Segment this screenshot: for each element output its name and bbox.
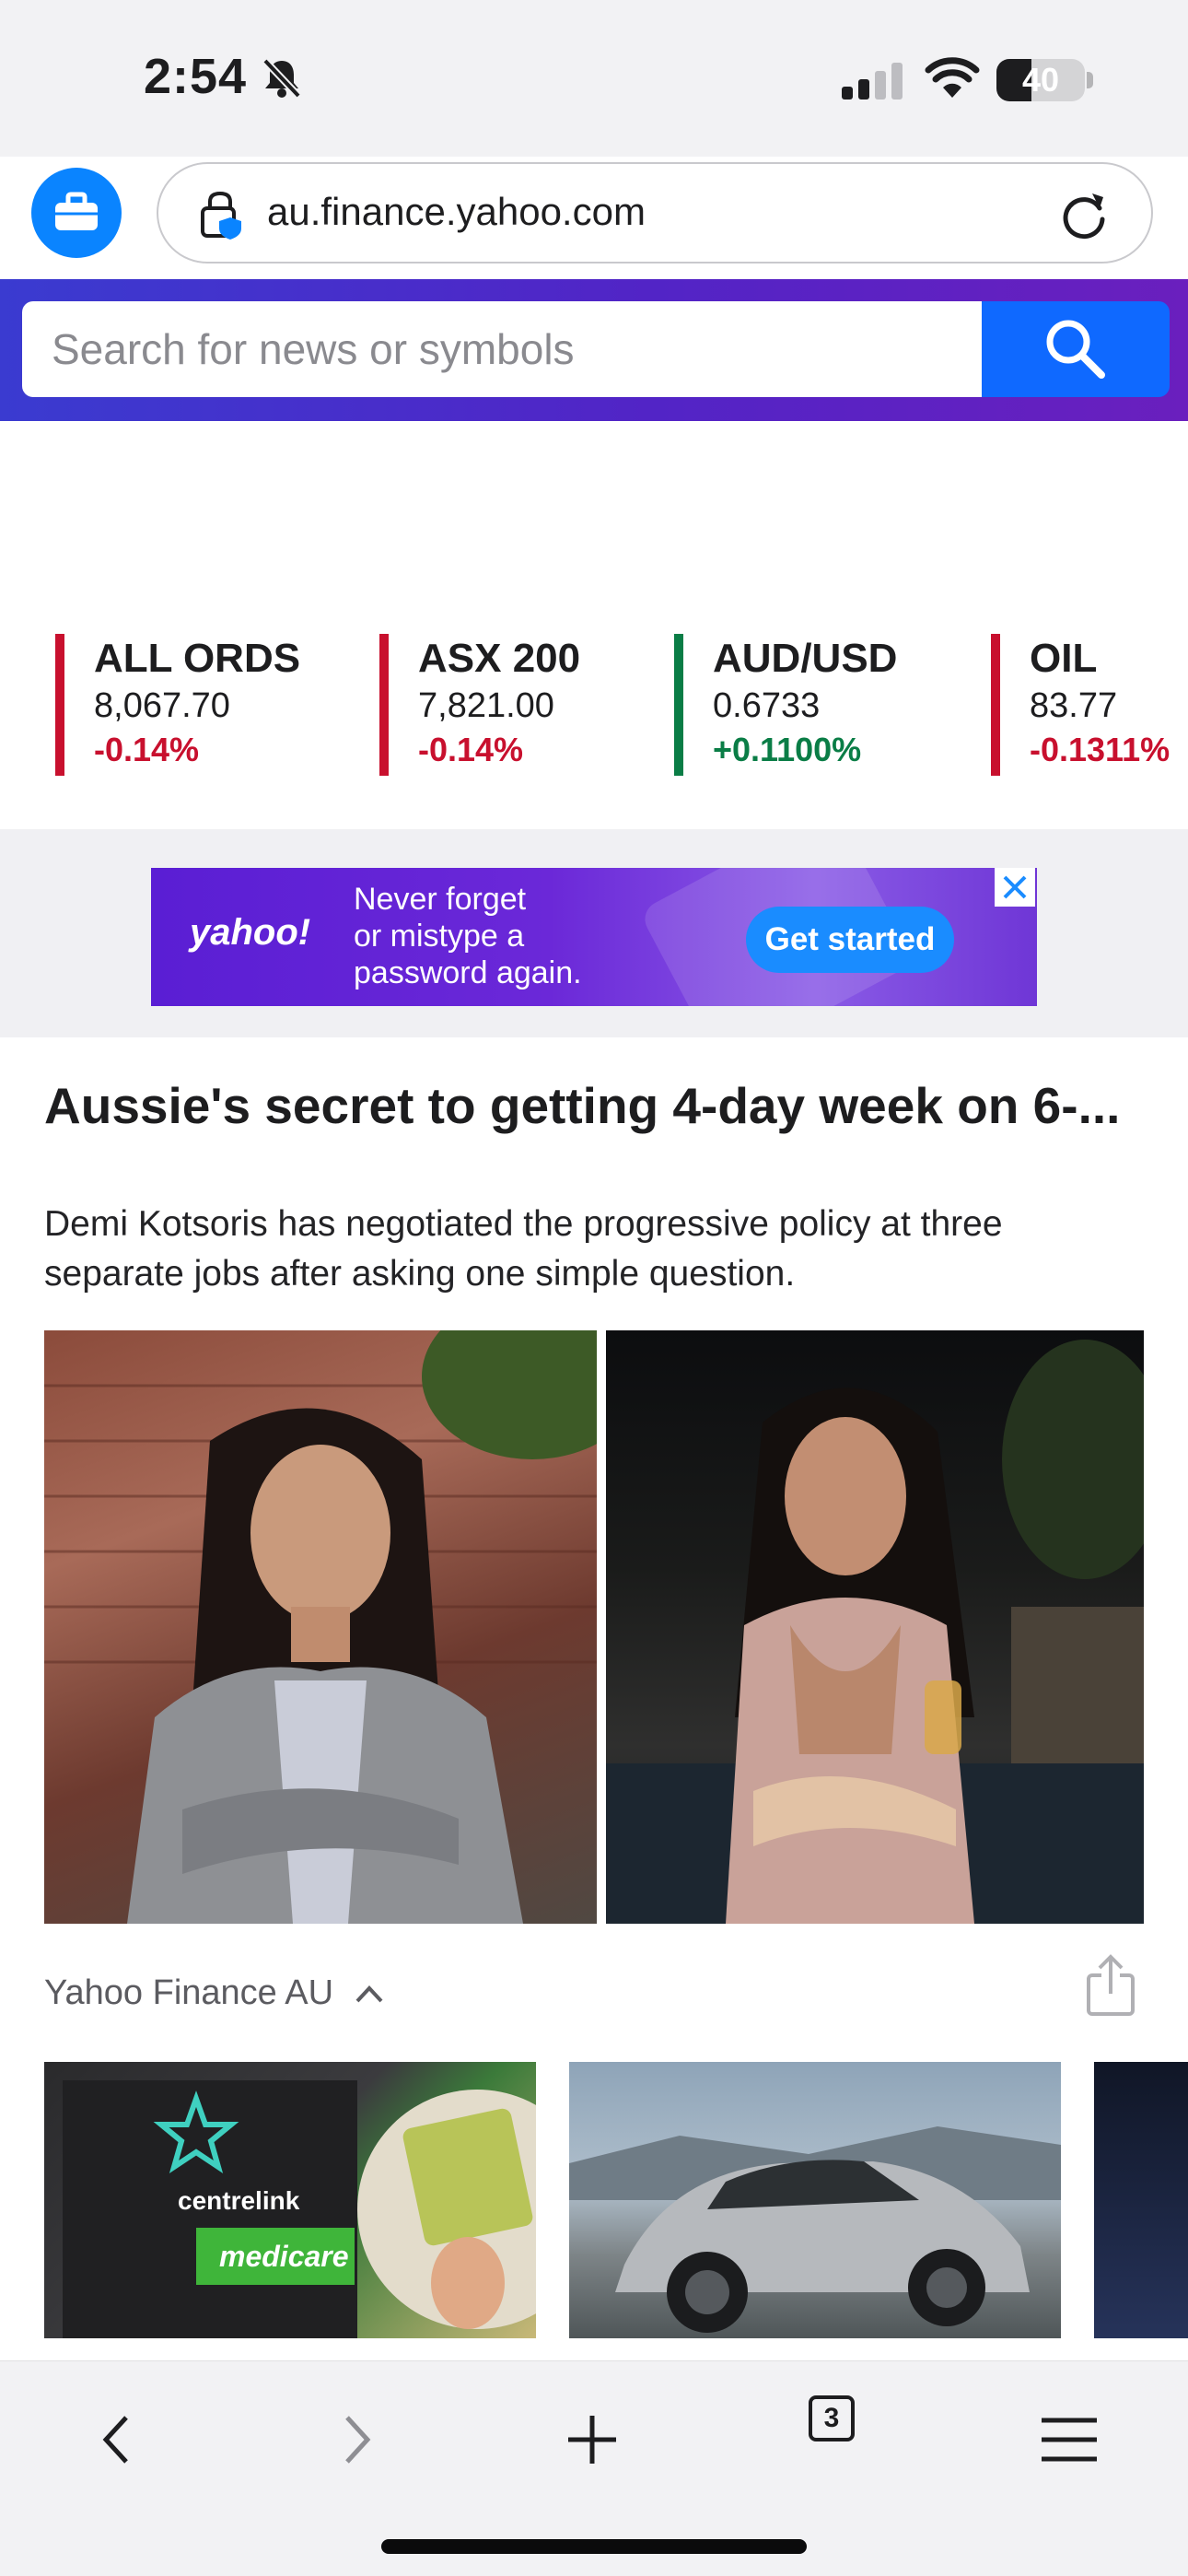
reload-icon[interactable] xyxy=(1057,188,1111,241)
ticker-change: -0.14% xyxy=(418,731,524,768)
ticker-name: ALL ORDS xyxy=(94,636,301,681)
article-source[interactable]: Yahoo Finance AU xyxy=(44,1973,333,2013)
article-title[interactable]: Aussie's secret to getting 4-day week on… xyxy=(44,1076,1149,1135)
ticker-change: -0.14% xyxy=(94,731,200,768)
battery-indicator: 40 xyxy=(996,59,1085,101)
battery-percent: 40 xyxy=(1021,61,1060,99)
ad-close-button[interactable] xyxy=(995,868,1035,907)
close-icon xyxy=(1003,875,1027,899)
ad-cta-button[interactable]: Get started xyxy=(746,907,954,973)
wifi-icon xyxy=(925,57,980,98)
ticker-bar xyxy=(379,634,389,776)
person-photo xyxy=(44,1330,597,1924)
centrelink-medicare-photo: centrelink medicare xyxy=(63,2080,536,2338)
ad-line: or mistype a xyxy=(354,919,525,954)
ad-logo: yahoo! xyxy=(190,912,311,953)
tab-groups-button[interactable] xyxy=(31,168,122,258)
address-bar[interactable]: au.finance.yahoo.com xyxy=(157,162,1153,263)
share-icon[interactable] xyxy=(1083,1953,1138,2018)
bell-slash-icon xyxy=(262,58,301,99)
status-bar: 2:54 40 xyxy=(0,0,1188,157)
ticker-asx-200[interactable]: ASX 200 7,821.00 -0.14% xyxy=(379,634,580,778)
ticker-name: OIL xyxy=(1030,636,1098,681)
menu-button[interactable] xyxy=(1028,2398,1111,2481)
search-icon xyxy=(1046,320,1105,379)
ticker-name: AUD/USD xyxy=(713,636,898,681)
ticker-price: 83.77 xyxy=(1030,686,1118,725)
new-tab-button[interactable] xyxy=(551,2398,634,2481)
forward-button[interactable] xyxy=(315,2398,398,2481)
signal-icon xyxy=(842,63,903,100)
url-text: au.finance.yahoo.com xyxy=(267,190,646,233)
tabs-icon[interactable]: 3 xyxy=(809,2395,855,2441)
battery-nub xyxy=(1087,72,1093,88)
ticker-bar xyxy=(55,634,64,776)
new-tab-icon xyxy=(568,2416,616,2464)
ticker-bar xyxy=(991,634,1000,776)
article-summary: Demi Kotsoris has negotiated the progres… xyxy=(44,1204,1003,1294)
ticker-aud-usd[interactable]: AUD/USD 0.6733 +0.1100% xyxy=(674,634,897,778)
briefcase-icon xyxy=(55,192,98,230)
car-photo xyxy=(569,2126,1061,2333)
chevron-up-icon[interactable] xyxy=(354,1983,385,2005)
ticker-price: 8,067.70 xyxy=(94,686,230,725)
related-story-thumbnail[interactable] xyxy=(1094,2062,1188,2338)
person-photo xyxy=(606,1340,1144,1924)
ad-banner[interactable]: yahoo! Never forget or mistype a passwor… xyxy=(151,868,1037,1006)
back-icon xyxy=(102,2416,128,2464)
related-story-thumbnail[interactable]: centrelink medicare xyxy=(44,2062,536,2338)
ticker-change: +0.1100% xyxy=(713,731,862,768)
ticker-all-ords[interactable]: ALL ORDS 8,067.70 -0.14% xyxy=(55,634,300,778)
market-tickers: ALL ORDS 8,067.70 -0.14% ASX 200 7,821.0… xyxy=(0,626,1188,792)
ticker-name: ASX 200 xyxy=(418,636,581,681)
home-indicator[interactable] xyxy=(381,2539,807,2554)
related-story-thumbnail[interactable] xyxy=(569,2062,1061,2338)
lock-icon xyxy=(201,191,241,240)
article-image-right[interactable] xyxy=(606,1330,1144,1924)
forward-icon xyxy=(345,2416,371,2464)
search-button[interactable] xyxy=(982,301,1170,397)
ticker-bar xyxy=(674,634,683,776)
medicare-text: medicare xyxy=(219,2240,349,2273)
menu-icon xyxy=(1042,2418,1097,2462)
search-input[interactable] xyxy=(22,301,984,397)
ad-line: Never forget xyxy=(354,882,527,917)
status-time: 2:54 xyxy=(144,49,248,104)
back-button[interactable] xyxy=(76,2398,158,2481)
ad-band: yahoo! Never forget or mistype a passwor… xyxy=(0,829,1188,1037)
centrelink-text: centrelink xyxy=(178,2186,300,2215)
ticker-oil[interactable]: OIL 83.77 -0.1311% xyxy=(991,634,1170,778)
site-header xyxy=(0,279,1188,421)
ad-text: Never forget or mistype a password again… xyxy=(354,881,639,991)
ticker-price: 7,821.00 xyxy=(418,686,554,725)
ad-line: password again. xyxy=(354,955,582,990)
ticker-price: 0.6733 xyxy=(713,686,821,725)
ticker-change: -0.1311% xyxy=(1030,731,1171,768)
article-image-left[interactable] xyxy=(44,1330,597,1924)
